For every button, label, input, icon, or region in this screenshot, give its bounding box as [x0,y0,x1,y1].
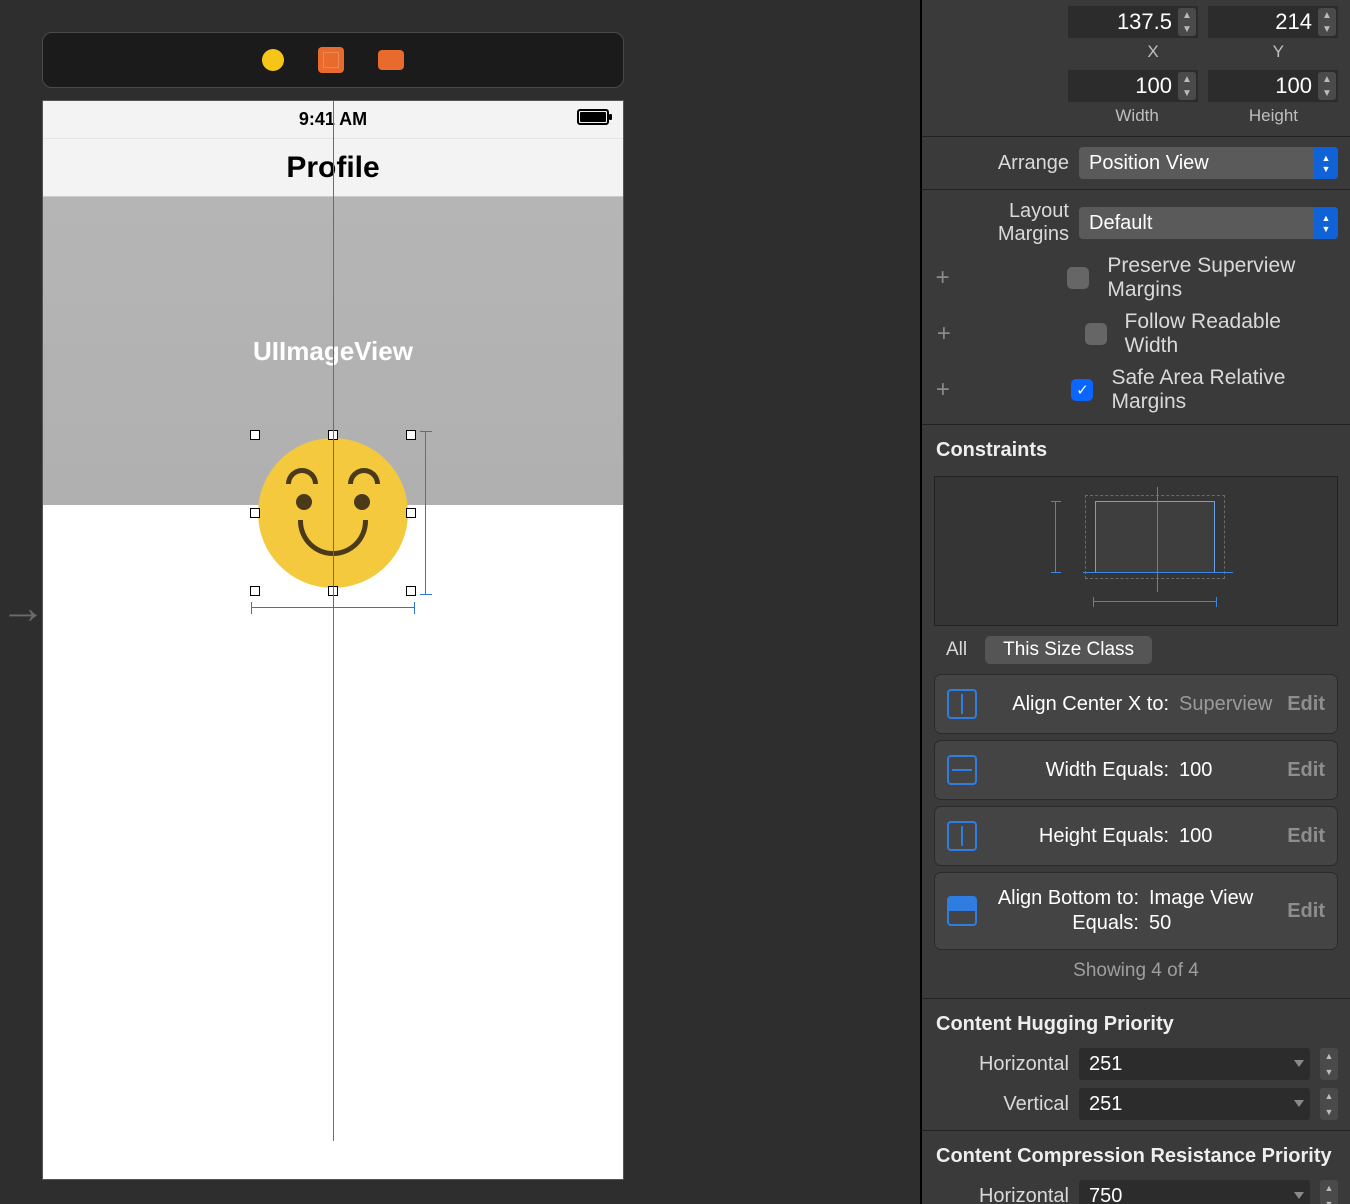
add-variation-button[interactable]: + [934,264,951,292]
showing-count: Showing 4 of 4 [922,956,1350,992]
edit-button[interactable]: Edit [1269,825,1325,848]
3d-view-icon[interactable] [318,47,344,73]
arrange-select[interactable]: Position View ▲▼ [1079,147,1338,179]
stepper-icon[interactable]: ▲▼ [1178,72,1196,100]
height-label: Height [1249,106,1298,126]
vertical-guide [333,101,334,1141]
stepper-icon[interactable]: ▲▼ [1320,1048,1338,1080]
constraints-diagram[interactable] [934,476,1338,626]
resize-handle[interactable] [406,430,416,440]
compression-h-label: Horizontal [934,1185,1069,1204]
stepper-icon[interactable]: ▲▼ [1318,8,1336,36]
preserve-margins-label: Preserve Superview Margins [1107,254,1338,302]
resize-handle[interactable] [250,430,260,440]
x-field[interactable]: 137.5▲▼ [1068,6,1198,38]
size-inspector: 137.5▲▼ 214▲▼ X Y 100▲▼ 100▲▼ Width Heig… [920,0,1350,1204]
hugging-h-label: Horizontal [934,1053,1069,1076]
hugging-h-field[interactable]: 251 [1079,1048,1310,1080]
add-variation-button[interactable]: + [934,320,954,348]
hugging-v-label: Vertical [934,1093,1069,1116]
height-indicator [425,431,439,595]
stepper-icon[interactable]: ▲▼ [1320,1088,1338,1120]
follow-readable-label: Follow Readable Width [1125,310,1339,358]
stepper-icon[interactable]: ▲▼ [1178,8,1196,36]
y-label: Y [1273,42,1284,62]
stepper-icon[interactable]: ▲▼ [1320,1180,1338,1204]
stepper-icon[interactable]: ▲▼ [1318,72,1336,100]
preserve-margins-checkbox[interactable] [1067,267,1089,289]
constraint-row[interactable]: Height Equals:100 Edit [934,806,1338,866]
dropdown-icon [1294,1192,1304,1199]
height-field[interactable]: 100▲▼ [1208,70,1338,102]
dropdown-icon [1294,1100,1304,1107]
dropdown-icon [1294,1060,1304,1067]
exit-icon[interactable] [378,50,404,70]
back-arrow-icon[interactable]: → [0,580,46,634]
scene-toolbar [42,32,624,88]
runtime-indicator-icon[interactable] [262,49,284,71]
x-label: X [1147,42,1158,62]
align-center-x-icon [947,689,977,719]
layout-margins-label: Layout Margins [934,200,1069,246]
edit-button[interactable]: Edit [1269,693,1325,716]
edit-button[interactable]: Edit [1269,759,1325,782]
follow-readable-checkbox[interactable] [1085,323,1107,345]
resize-handle[interactable] [406,508,416,518]
hugging-v-field[interactable]: 251 [1079,1088,1310,1120]
seg-all[interactable]: All [936,636,977,664]
chevron-updown-icon: ▲▼ [1314,207,1338,239]
constraint-row[interactable]: Width Equals:100 Edit [934,740,1338,800]
width-field[interactable]: 100▲▼ [1068,70,1198,102]
height-constraint-icon [947,821,977,851]
seg-size-class[interactable]: This Size Class [985,636,1152,664]
width-label: Width [1115,106,1158,126]
layout-margins-select[interactable]: Default ▲▼ [1079,207,1338,239]
edit-button[interactable]: Edit [1269,900,1325,923]
width-constraint-icon [947,755,977,785]
chevron-updown-icon: ▲▼ [1314,147,1338,179]
add-variation-button[interactable]: + [934,376,952,404]
resize-handle[interactable] [250,586,260,596]
safe-area-label: Safe Area Relative Margins [1111,366,1338,414]
compression-header: Content Compression Resistance Priority [922,1137,1350,1176]
safe-area-checkbox[interactable]: ✓ [1071,379,1093,401]
resize-handle[interactable] [250,508,260,518]
y-field[interactable]: 214▲▼ [1208,6,1338,38]
compression-h-field[interactable]: 750 [1079,1180,1310,1204]
constraint-row[interactable]: Align Bottom to:Image View Equals:50 Edi… [934,872,1338,950]
device-preview: 9:41 AM Profile UIImageView [42,100,624,1180]
constraints-header: Constraints [922,431,1350,470]
hugging-header: Content Hugging Priority [922,1005,1350,1044]
battery-icon [577,109,609,125]
resize-handle[interactable] [406,586,416,596]
align-bottom-icon [947,896,977,926]
constraint-row[interactable]: Align Center X to:Superview Edit [934,674,1338,734]
canvas-area: → 9:41 AM Profile UIImageView [0,0,720,1204]
arrange-label: Arrange [934,152,1069,175]
